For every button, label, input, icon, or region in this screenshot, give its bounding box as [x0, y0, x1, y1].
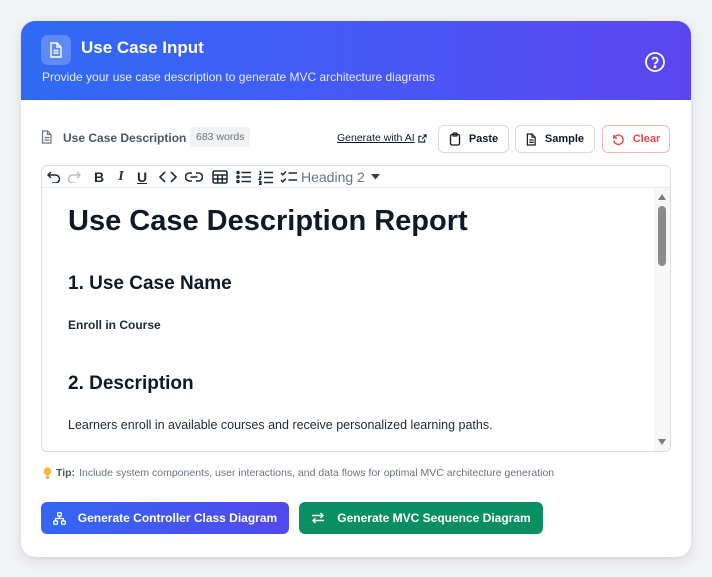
- scroll-down-arrow-icon[interactable]: [658, 439, 666, 445]
- document-heading: Use Case Description Report: [68, 205, 468, 237]
- table-icon[interactable]: [211, 168, 229, 186]
- generate-sequence-label: Generate MVC Sequence Diagram: [337, 511, 531, 525]
- paste-button[interactable]: Paste: [438, 125, 509, 153]
- card-header: Use Case Input Provide your use case des…: [21, 21, 691, 100]
- italic-icon[interactable]: I: [114, 168, 128, 186]
- tip-label: Tip:: [56, 467, 76, 479]
- code-icon[interactable]: [158, 168, 178, 186]
- tip-body: Include system components, user interact…: [79, 467, 555, 479]
- editor-scrollbar[interactable]: [654, 188, 670, 451]
- paste-label: Paste: [468, 133, 499, 145]
- help-circle-icon[interactable]: [644, 51, 666, 73]
- tip-text: Tip: Include system components, user int…: [43, 467, 554, 479]
- editor-content[interactable]: Use Case Description Report 1. Use Case …: [42, 188, 654, 451]
- ordered-list-icon[interactable]: [257, 168, 275, 186]
- lightbulb-icon: [43, 467, 52, 479]
- field-label: Use Case Description: [63, 131, 187, 145]
- link-icon[interactable]: [184, 168, 204, 186]
- section-paragraph: Learners enroll in available courses and…: [68, 418, 493, 432]
- section-heading: 1. Use Case Name: [68, 273, 232, 294]
- field-label-row: Use Case Description 683 words Generate …: [41, 125, 671, 153]
- use-case-input-card: Use Case Input Provide your use case des…: [21, 21, 691, 557]
- checklist-icon[interactable]: [279, 168, 299, 186]
- chevron-down-icon: [370, 174, 380, 180]
- rich-text-editor[interactable]: B I U Heading 2 Use Case Description Rep…: [41, 165, 671, 452]
- generate-controller-label: Generate Controller Class Diagram: [77, 511, 278, 525]
- generate-with-ai-label: Generate with AI: [337, 132, 415, 144]
- swap-arrows-icon: [312, 512, 325, 524]
- generate-controller-class-diagram-button[interactable]: Generate Controller Class Diagram: [41, 502, 289, 534]
- page-title: Use Case Input: [81, 38, 204, 57]
- bold-icon[interactable]: B: [92, 168, 106, 186]
- undo-icon[interactable]: [46, 168, 62, 186]
- hierarchy-icon: [52, 511, 66, 525]
- sample-button[interactable]: Sample: [515, 125, 595, 153]
- section-paragraph: Enroll in Course: [68, 318, 161, 332]
- underline-icon[interactable]: U: [135, 168, 149, 186]
- document-icon: [41, 130, 53, 149]
- bullet-list-icon[interactable]: [235, 168, 253, 186]
- sample-label: Sample: [544, 133, 585, 145]
- editor-toolbar: B I U Heading 2: [42, 166, 670, 188]
- scroll-thumb[interactable]: [658, 206, 666, 266]
- external-link-icon: [418, 133, 427, 143]
- section-heading: 2. Description: [68, 373, 194, 394]
- word-count-badge: 683 words: [190, 127, 251, 147]
- document-icon: [526, 132, 536, 146]
- page-subtitle: Provide your use case description to gen…: [42, 70, 435, 84]
- clipboard-icon: [449, 132, 460, 146]
- generate-mvc-sequence-diagram-button[interactable]: Generate MVC Sequence Diagram: [299, 502, 543, 534]
- heading-select[interactable]: Heading 2: [301, 169, 380, 185]
- heading-select-value: Heading 2: [301, 169, 365, 185]
- generate-with-ai-link[interactable]: Generate with AI: [337, 132, 427, 144]
- document-icon: [41, 35, 71, 65]
- scroll-up-arrow-icon[interactable]: [658, 194, 666, 200]
- redo-icon[interactable]: [66, 168, 82, 186]
- clear-label: Clear: [632, 133, 661, 145]
- rotate-ccw-icon: [612, 133, 624, 145]
- clear-button[interactable]: Clear: [602, 125, 670, 153]
